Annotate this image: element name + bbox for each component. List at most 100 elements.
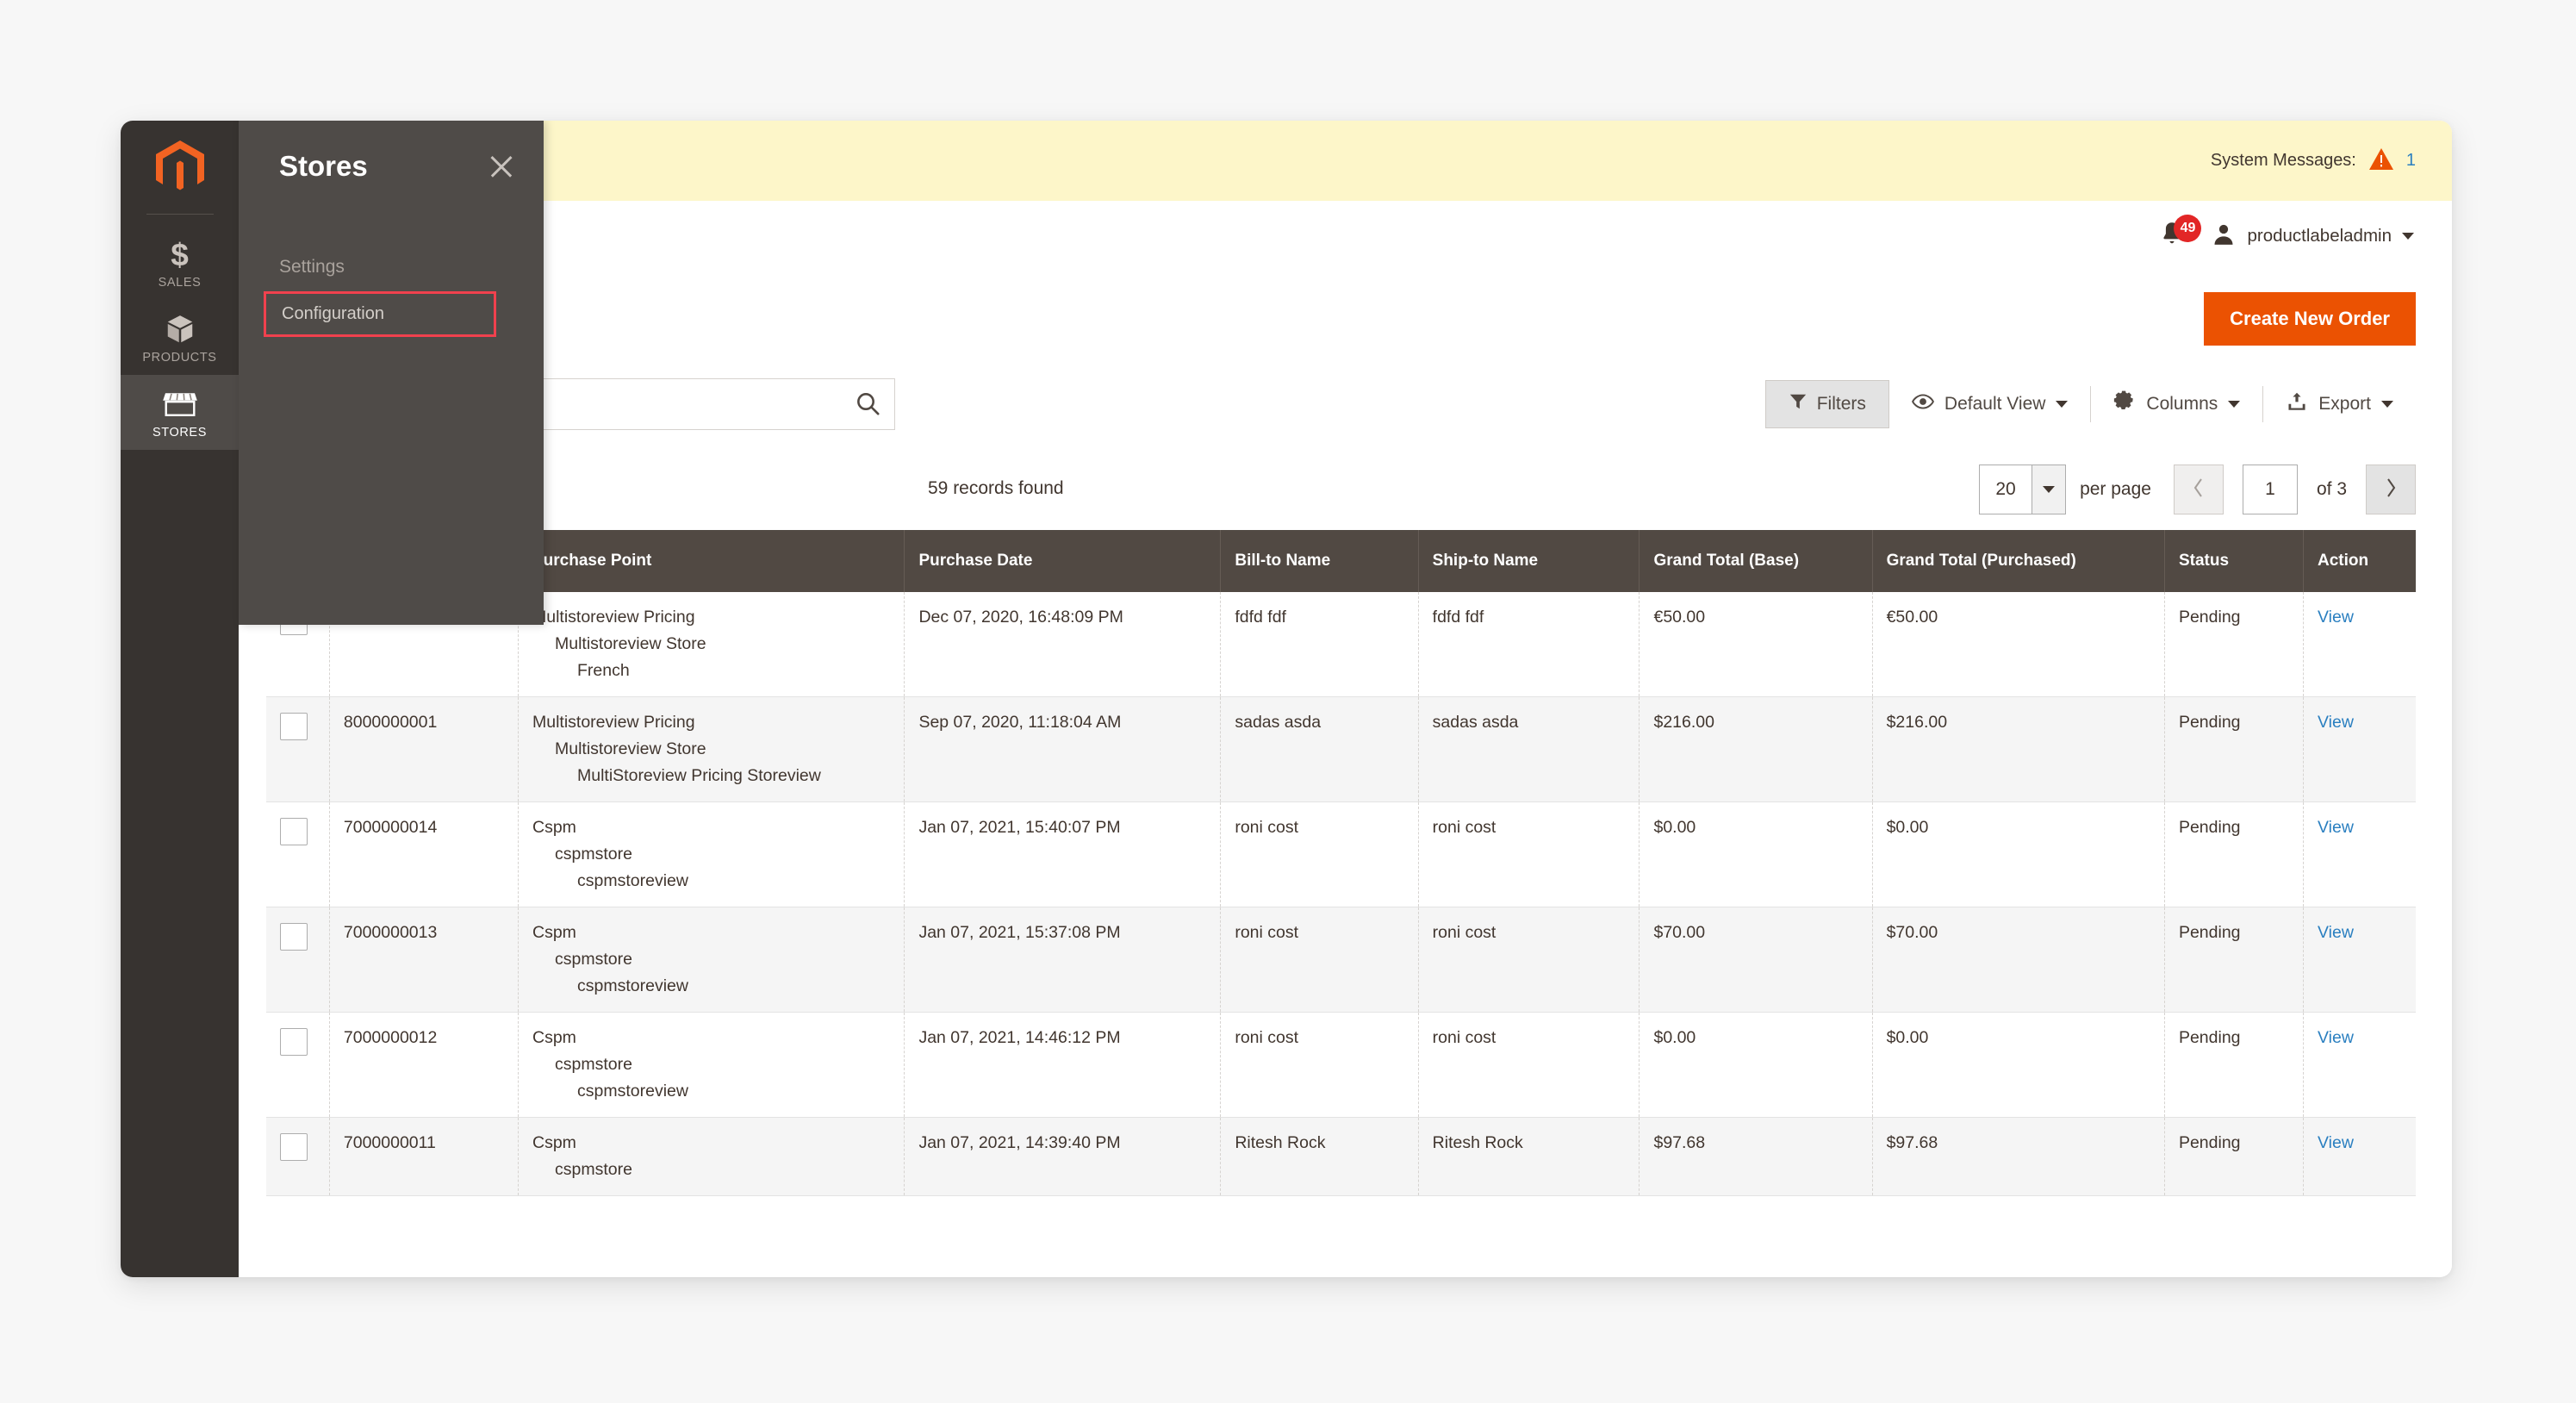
chevron-down-icon bbox=[2402, 233, 2414, 240]
cell-bill-to-name: roni cost bbox=[1220, 1012, 1419, 1118]
cell-grand-total-purchased: $0.00 bbox=[1872, 801, 2165, 907]
row-select-cell[interactable] bbox=[266, 696, 330, 802]
export-selector[interactable]: Export bbox=[2263, 390, 2416, 418]
purchase-point-line: Cspm bbox=[532, 1133, 576, 1152]
cell-purchase-point: Cspm cspmstore cspmstoreview bbox=[518, 801, 905, 907]
magento-logo-icon[interactable] bbox=[121, 121, 239, 214]
flyout-section-settings: Settings bbox=[279, 257, 345, 277]
cell-ship-to-name: roni cost bbox=[1418, 1012, 1640, 1118]
sidebar-item-label: SALES bbox=[158, 276, 202, 290]
table-row[interactable]: 8000000002Multistoreview PricingMultisto… bbox=[266, 592, 2416, 697]
system-messages-bar: System Messages: 1 bbox=[239, 121, 2452, 201]
view-order-link[interactable]: View bbox=[2318, 818, 2354, 837]
cell-action: View bbox=[2303, 801, 2416, 907]
previous-page-button[interactable] bbox=[2173, 465, 2224, 514]
columns-selector[interactable]: Columns bbox=[2091, 390, 2262, 418]
column-header-purchase-point[interactable]: Purchase Point bbox=[518, 530, 905, 592]
page-actions-bar: Create New Order bbox=[239, 271, 2452, 368]
purchase-point-line: Cspm bbox=[532, 923, 576, 942]
columns-label: Columns bbox=[2146, 394, 2218, 414]
cell-status: Pending bbox=[2164, 801, 2304, 907]
orders-table: ID ↑ Purchase Point Purchase Date Bill-t… bbox=[266, 530, 2416, 1196]
per-page-value: 20 bbox=[1995, 479, 2016, 499]
system-messages-label: System Messages: bbox=[2210, 151, 2356, 170]
row-select-cell[interactable] bbox=[266, 1117, 330, 1196]
cell-grand-total-purchased: $97.68 bbox=[1872, 1117, 2165, 1196]
row-select-cell[interactable] bbox=[266, 907, 330, 1013]
cell-grand-total-purchased: $216.00 bbox=[1872, 696, 2165, 802]
cell-purchase-date: Dec 07, 2020, 16:48:09 PM bbox=[904, 592, 1222, 697]
cell-ship-to-name: sadas asda bbox=[1418, 696, 1640, 802]
notifications-button[interactable]: 49 bbox=[2157, 215, 2202, 253]
column-header-grand-total-purchased[interactable]: Grand Total (Purchased) bbox=[1872, 530, 2165, 592]
row-select-cell[interactable] bbox=[266, 1012, 330, 1118]
sidebar-item-label: STORES bbox=[152, 426, 207, 440]
chevron-down-icon bbox=[2056, 401, 2069, 408]
admin-user-menu[interactable]: productlabeladmin bbox=[2211, 221, 2414, 252]
row-checkbox[interactable] bbox=[280, 923, 308, 951]
system-messages-count[interactable]: 1 bbox=[2406, 151, 2416, 171]
admin-user-bar: 49 productlabeladmin bbox=[239, 201, 2452, 271]
row-checkbox[interactable] bbox=[280, 713, 308, 740]
cell-status: Pending bbox=[2164, 592, 2304, 697]
table-row[interactable]: 8000000001 Multistoreview Pricing Multisto… bbox=[266, 696, 2416, 802]
column-header-bill-to-name[interactable]: Bill-to Name bbox=[1220, 530, 1419, 592]
view-order-link[interactable]: View bbox=[2318, 1133, 2354, 1152]
stores-flyout-panel: Stores Settings Configuration bbox=[239, 121, 544, 625]
flyout-title: Stores bbox=[279, 150, 368, 182]
main-content: System Messages: 1 49 productlabeladmin … bbox=[239, 121, 2452, 1277]
table-row[interactable]: 7000000011 Cspm cspmstore Jan 07, 2021, 14:… bbox=[266, 1117, 2416, 1196]
cell-status: Pending bbox=[2164, 907, 2304, 1013]
cell-action: View bbox=[2303, 1012, 2416, 1118]
table-row[interactable]: 7000000014 Cspm cspmstore cspmstoreview Jan … bbox=[266, 801, 2416, 907]
cell-grand-total-base: $0.00 bbox=[1639, 1012, 1873, 1118]
view-order-link[interactable]: View bbox=[2318, 923, 2354, 942]
view-order-link[interactable]: View bbox=[2318, 713, 2354, 732]
row-checkbox[interactable] bbox=[280, 1133, 308, 1161]
cell-action: View bbox=[2303, 696, 2416, 802]
cell-purchase-date: Jan 07, 2021, 14:39:40 PM bbox=[904, 1117, 1222, 1196]
cell-status: Pending bbox=[2164, 696, 2304, 802]
table-row[interactable]: 7000000013 Cspm cspmstore cspmstoreview Jan … bbox=[266, 907, 2416, 1013]
search-icon[interactable] bbox=[854, 390, 882, 422]
admin-page-card: System Messages: 1 49 productlabeladmin … bbox=[121, 121, 2452, 1277]
table-header-row: ID ↑ Purchase Point Purchase Date Bill-t… bbox=[266, 530, 2416, 592]
column-header-action: Action bbox=[2303, 530, 2416, 592]
close-icon[interactable] bbox=[485, 150, 518, 183]
row-select-cell[interactable] bbox=[266, 801, 330, 907]
system-messages-group: System Messages: 1 bbox=[2211, 121, 2416, 201]
row-checkbox[interactable] bbox=[280, 1028, 308, 1056]
grid-subbar: 59 records found 20 per page 1 of 3 bbox=[239, 463, 2452, 530]
cell-action: View bbox=[2303, 592, 2416, 697]
cell-id: 7000000012 bbox=[329, 1012, 520, 1118]
column-header-grand-total-base[interactable]: Grand Total (Base) bbox=[1639, 530, 1873, 592]
table-body: 8000000002Multistoreview PricingMultisto… bbox=[266, 592, 2416, 1196]
sidebar-item-stores[interactable]: STORES bbox=[121, 375, 239, 450]
sidebar-item-sales[interactable]: $ SALES bbox=[121, 225, 239, 300]
cell-id: 7000000011 bbox=[329, 1117, 520, 1196]
cell-purchase-point: Cspm cspmstore cspmstoreview bbox=[518, 907, 905, 1013]
next-page-button[interactable] bbox=[2366, 465, 2416, 514]
purchase-point-line: cspmstoreview bbox=[577, 871, 688, 890]
column-header-status[interactable]: Status bbox=[2164, 530, 2304, 592]
table-row[interactable]: 7000000012 Cspm cspmstore cspmstoreview Jan … bbox=[266, 1012, 2416, 1118]
create-new-order-button[interactable]: Create New Order bbox=[2204, 292, 2416, 346]
purchase-point-line: cspmstoreview bbox=[577, 976, 688, 995]
cell-bill-to-name: Ritesh Rock bbox=[1220, 1117, 1419, 1196]
view-order-link[interactable]: View bbox=[2318, 1028, 2354, 1047]
cell-grand-total-purchased: $0.00 bbox=[1872, 1012, 2165, 1118]
column-header-ship-to-name[interactable]: Ship-to Name bbox=[1418, 530, 1640, 592]
purchase-point-line: cspmstore bbox=[555, 1160, 632, 1179]
row-checkbox[interactable] bbox=[280, 818, 308, 845]
filters-button[interactable]: Filters bbox=[1764, 380, 1889, 428]
flyout-link-configuration[interactable]: Configuration bbox=[264, 291, 496, 337]
view-order-link[interactable]: View bbox=[2318, 608, 2354, 627]
per-page-select[interactable]: 20 bbox=[1979, 465, 2067, 514]
default-view-selector[interactable]: Default View bbox=[1889, 390, 2091, 418]
purchase-point-line: cspmstoreview bbox=[577, 1082, 688, 1101]
column-header-purchase-date[interactable]: Purchase Date bbox=[904, 530, 1222, 592]
cell-bill-to-name: roni cost bbox=[1220, 801, 1419, 907]
sidebar-item-products[interactable]: PRODUCTS bbox=[121, 300, 239, 375]
page-number-input[interactable]: 1 bbox=[2242, 465, 2298, 514]
purchase-point-line: Cspm bbox=[532, 818, 576, 837]
